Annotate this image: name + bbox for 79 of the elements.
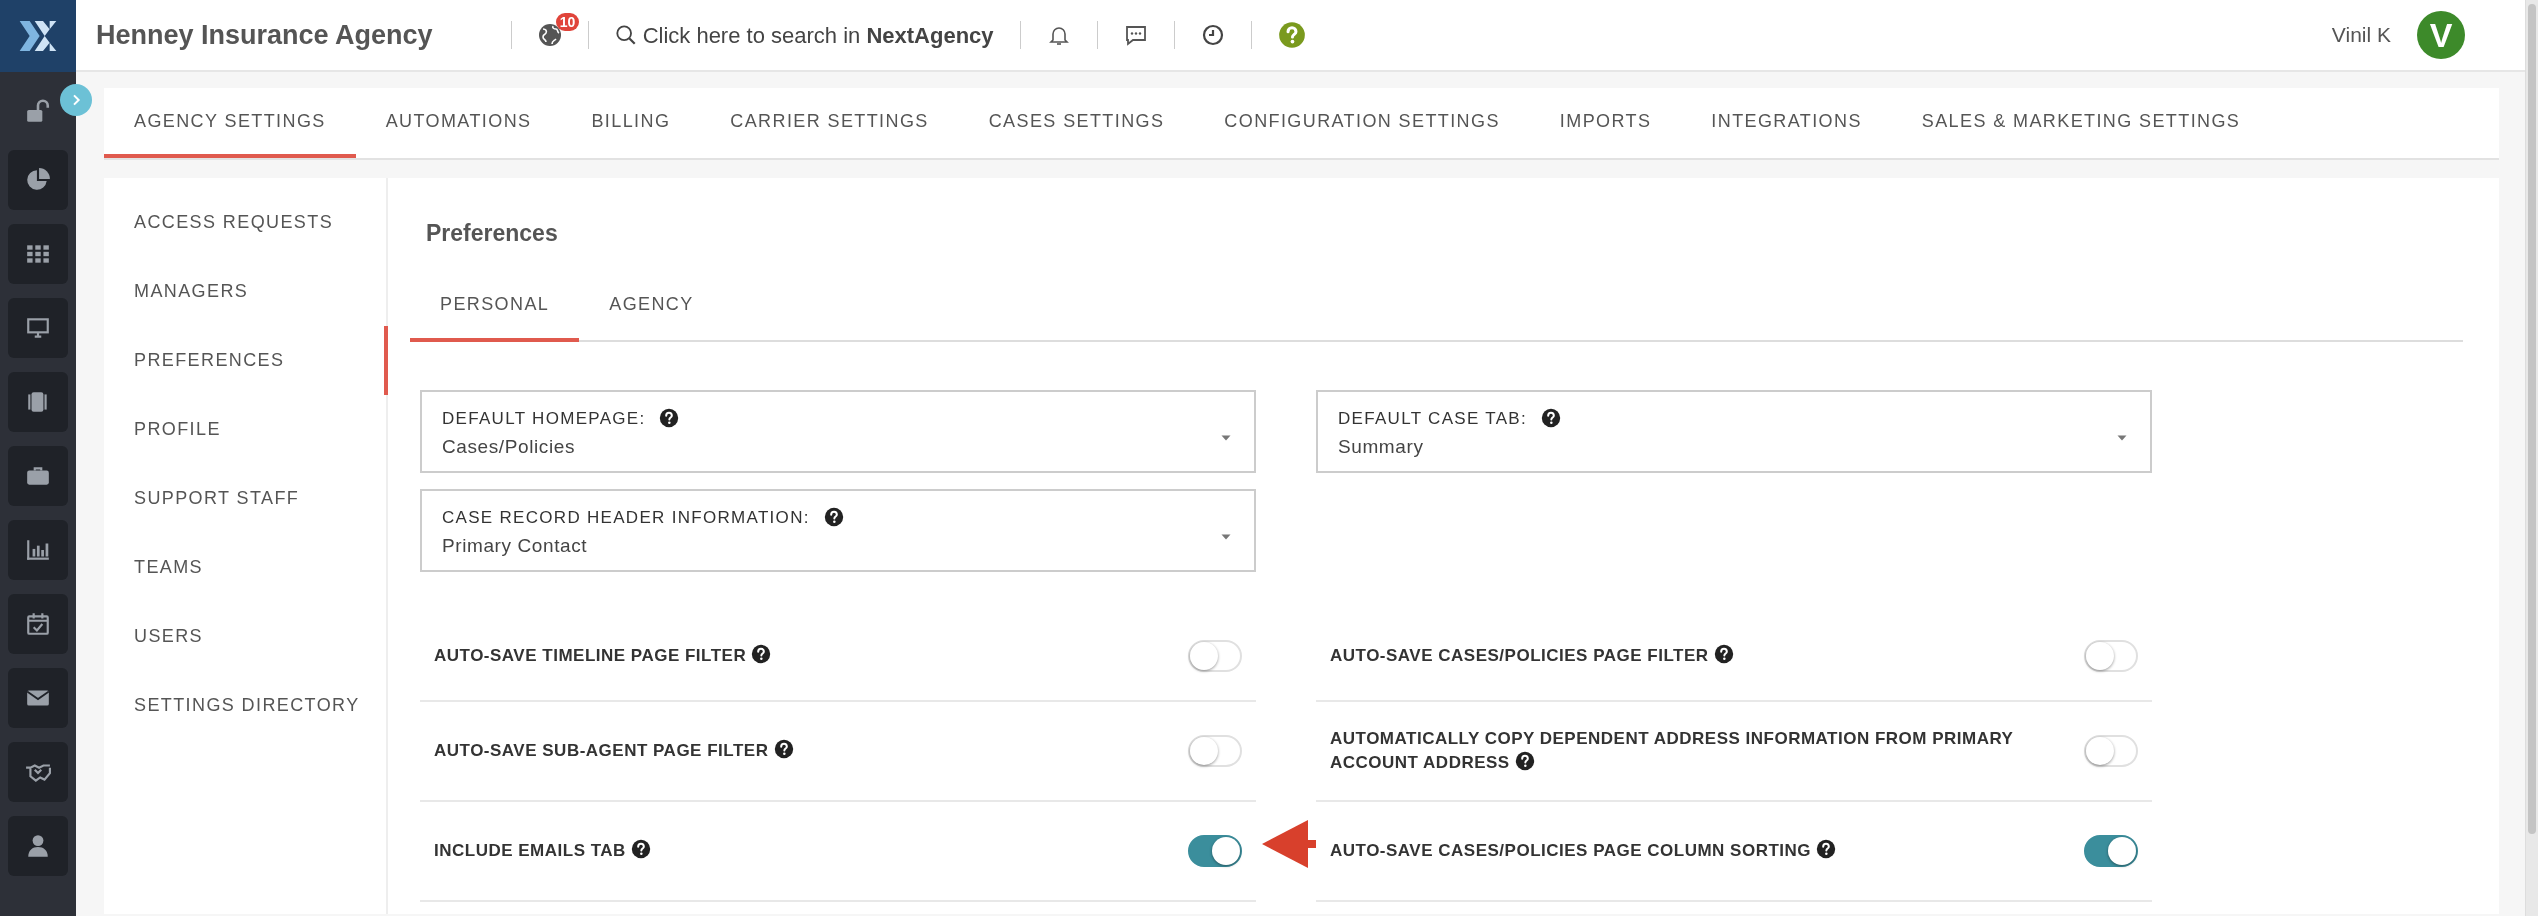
section-title: Preferences bbox=[426, 219, 559, 248]
settings-menu-item[interactable]: TEAMS bbox=[104, 533, 388, 602]
dropdown-field[interactable]: DEFAULT HOMEPAGE: Cases/Policies bbox=[420, 389, 1256, 473]
sidebar-nav-button[interactable] bbox=[8, 816, 68, 876]
search-button[interactable]: Click here to search in NextAgency bbox=[614, 18, 994, 52]
help-icon bbox=[751, 643, 772, 664]
settings-menu-item[interactable]: SETTINGS DIRECTORY bbox=[104, 671, 388, 740]
scrollbar-thumb[interactable] bbox=[2528, 4, 2536, 834]
settings-menu-item[interactable]: PREFERENCES bbox=[104, 326, 388, 395]
settings-menu-item[interactable]: MANAGERS bbox=[104, 257, 388, 326]
setting-label: AUTO-SAVE TIMELINE PAGE FILTER bbox=[434, 643, 1188, 668]
field-value: Cases/Policies bbox=[442, 435, 576, 459]
setting-label: AUTO-SAVE CASES/POLICIES PAGE FILTER bbox=[1330, 643, 2084, 668]
help-icon bbox=[1277, 21, 1306, 49]
field-label: CASE RECORD HEADER INFORMATION: bbox=[442, 506, 810, 529]
chat-bubble-button[interactable] bbox=[1123, 23, 1148, 47]
help-icon bbox=[1713, 643, 1734, 664]
help-icon bbox=[773, 738, 794, 759]
preferences-tab[interactable]: PERSONAL bbox=[410, 272, 580, 342]
setting-label: AUTOMATICALLY COPY DEPENDENT ADDRESS INFORMATION FROM PRIMARY ACCOUNT ADDRESS bbox=[1330, 727, 2015, 774]
clock-icon bbox=[1200, 23, 1225, 47]
settings-tab[interactable]: CARRIER SETTINGS bbox=[700, 88, 959, 158]
settings-menu-item[interactable]: SUPPORT STAFF bbox=[104, 464, 388, 533]
settings-tab[interactable]: SALES & MARKETING SETTINGS bbox=[1891, 88, 2271, 158]
help-icon bbox=[631, 838, 652, 859]
settings-tab[interactable]: AGENCY SETTINGS bbox=[104, 88, 356, 158]
monitor-icon bbox=[25, 315, 51, 341]
sidebar-nav-button[interactable] bbox=[8, 520, 68, 580]
settings-tab[interactable]: IMPORTS bbox=[1529, 88, 1682, 158]
dropdown-field[interactable]: CASE RECORD HEADER INFORMATION: Primary Contact bbox=[420, 488, 1256, 572]
calendar-check-icon bbox=[25, 611, 51, 637]
help-icon bbox=[659, 408, 680, 429]
sidebar-nav-button[interactable] bbox=[8, 446, 68, 506]
field-label: DEFAULT CASE TAB: bbox=[1338, 407, 1527, 430]
preferences-tab[interactable]: AGENCY bbox=[579, 272, 724, 342]
sidebar-nav-button[interactable] bbox=[8, 224, 68, 284]
sidebar-nav-button[interactable] bbox=[8, 668, 68, 728]
sidebar-nav-button[interactable] bbox=[8, 742, 68, 802]
toggle-switch[interactable] bbox=[1188, 834, 1242, 867]
settings-menu-item[interactable]: PROFILE bbox=[104, 395, 388, 464]
field-value: Summary bbox=[1338, 435, 1425, 459]
expand-sidebar-button[interactable] bbox=[60, 84, 92, 116]
toggle-switch[interactable] bbox=[2084, 834, 2138, 867]
clock-button[interactable] bbox=[1200, 23, 1225, 47]
dropdown-field[interactable]: DEFAULT CASE TAB: Summary bbox=[1316, 389, 2152, 473]
settings-menu-item[interactable]: ACCESS REQUESTS bbox=[104, 188, 388, 257]
settings-tab[interactable]: CONFIGURATION SETTINGS bbox=[1194, 88, 1530, 158]
setting-label: AUTO-SAVE SUB-AGENT PAGE FILTER bbox=[434, 738, 1188, 763]
sidebar-nav-button[interactable] bbox=[8, 594, 68, 654]
user-name: Vinil K bbox=[2331, 22, 2391, 49]
notification-badge: 10 bbox=[555, 13, 580, 31]
sidebar-nav-button[interactable] bbox=[8, 298, 68, 358]
settings-tab[interactable]: INTEGRATIONS bbox=[1681, 88, 1892, 158]
help-button[interactable] bbox=[1277, 21, 1306, 49]
unlocked-lock-icon bbox=[25, 98, 51, 124]
app-title: Henney Insurance Agency bbox=[96, 18, 433, 52]
field-label: DEFAULT HOMEPAGE: bbox=[442, 407, 646, 430]
bar-chart-icon bbox=[25, 537, 51, 563]
chat-bubble-icon bbox=[1123, 23, 1148, 47]
help-icon bbox=[823, 507, 844, 528]
user-avatar[interactable]: V bbox=[2417, 11, 2465, 59]
setting-label: AUTO-SAVE CASES/POLICIES PAGE COLUMN SORTING bbox=[1330, 838, 2084, 863]
search-icon bbox=[614, 24, 637, 46]
setting-label: INCLUDE EMAILS TAB bbox=[434, 838, 1188, 863]
settings-tab[interactable]: AUTOMATIONS bbox=[355, 88, 562, 158]
globe-icon bbox=[537, 23, 562, 47]
settings-tab[interactable]: BILLING bbox=[561, 88, 701, 158]
notifications-button[interactable] bbox=[537, 23, 562, 47]
help-icon bbox=[1514, 750, 1535, 771]
settings-tab[interactable]: CASES SETTINGS bbox=[958, 88, 1195, 158]
sidebar-nav-button[interactable] bbox=[8, 150, 68, 210]
field-value: Primary Contact bbox=[442, 534, 589, 558]
help-icon bbox=[1816, 838, 1837, 859]
pie-chart-icon bbox=[25, 167, 51, 193]
help-icon bbox=[1541, 408, 1561, 429]
sidebar-nav-button[interactable] bbox=[8, 372, 68, 432]
settings-menu-item[interactable]: USERS bbox=[104, 602, 388, 671]
scrollbar[interactable] bbox=[2525, 0, 2538, 916]
user-icon bbox=[25, 833, 51, 859]
